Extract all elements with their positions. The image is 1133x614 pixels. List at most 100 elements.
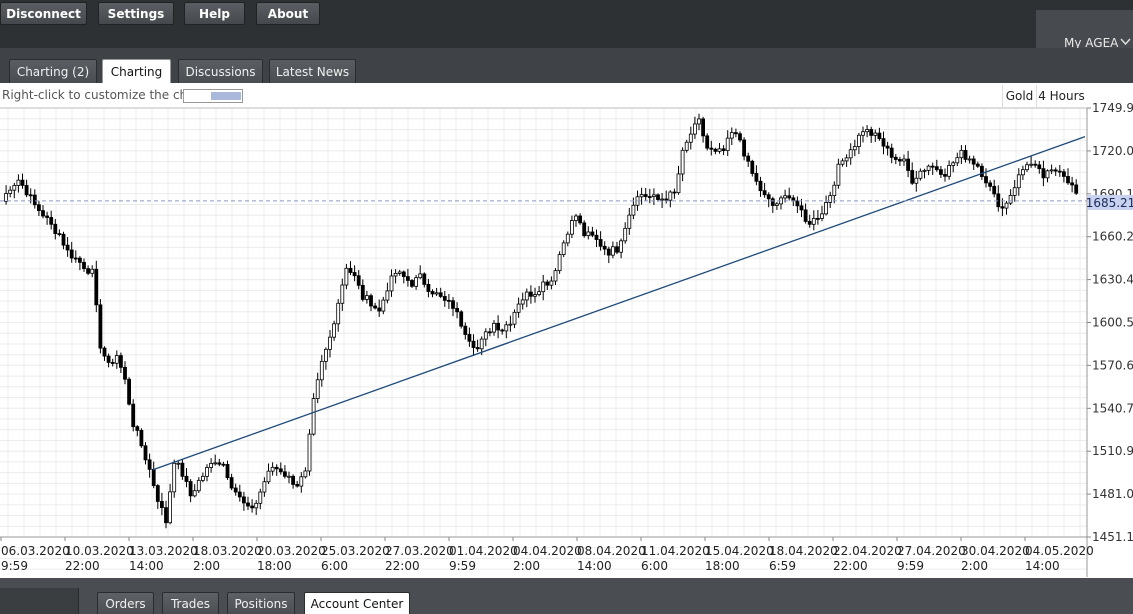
candle-body [147, 459, 152, 470]
candle-body [729, 132, 734, 139]
candle-body [594, 234, 599, 240]
x-tick-time: 9:59 [897, 559, 924, 573]
candle-body [738, 133, 742, 141]
x-tick-date: 11.04.2020 [641, 544, 710, 558]
candle-body [430, 291, 435, 295]
candle-body [926, 165, 931, 171]
candle-body [405, 276, 410, 281]
candle-body [1025, 164, 1029, 171]
candle-body [857, 134, 861, 147]
candlestick-chart[interactable]: 1749.921720.041690.171660.291630.421600.… [0, 83, 1133, 578]
candle-body [508, 323, 513, 326]
candle-body [713, 148, 718, 152]
candle-body [1033, 163, 1038, 166]
candle-body [783, 195, 787, 199]
tab-positions[interactable]: Positions [227, 592, 295, 614]
candle-body [401, 271, 406, 277]
candle-body [143, 445, 148, 461]
candle-body [701, 118, 705, 137]
candle-body [192, 490, 197, 497]
candle-body [446, 299, 451, 302]
candle-body [578, 215, 582, 224]
candle-body [639, 194, 644, 198]
candle-body [565, 233, 570, 244]
help-button[interactable]: Help [184, 2, 245, 25]
trendline-segment [152, 135, 1086, 471]
candle-body [307, 433, 312, 472]
candle-body [947, 164, 951, 177]
x-tick-time: 2:00 [513, 559, 540, 573]
y-tick-label: 1540.79 [1092, 401, 1133, 415]
candle-body [98, 304, 103, 349]
trendline [152, 135, 1086, 471]
x-axis: 06.03.20209:5910.03.202022:0013.03.20201… [0, 537, 1094, 573]
candle-body [250, 505, 255, 509]
tab-latest-news[interactable]: Latest News [269, 59, 356, 83]
candle-body [278, 468, 283, 473]
candle-body [750, 160, 755, 174]
candle-body [561, 242, 566, 255]
x-tick-time: 2:00 [193, 559, 220, 573]
candle-body [213, 462, 218, 465]
candle-body [237, 491, 242, 498]
candle-body [348, 267, 353, 273]
tab-charting[interactable]: Charting [102, 59, 171, 83]
candle-body [615, 246, 619, 253]
disconnect-button[interactable]: Disconnect [0, 2, 87, 25]
candle-body [24, 184, 29, 196]
candle-body [94, 268, 99, 306]
x-tick-time: 14:00 [577, 559, 612, 573]
candle-body [762, 190, 767, 196]
candle-body [442, 296, 447, 301]
candle-body [37, 204, 41, 212]
candle-body [155, 485, 160, 502]
candle-body [975, 163, 980, 167]
candle-body [209, 463, 214, 468]
candle-body [980, 165, 984, 177]
chevron-down-icon[interactable] [1120, 38, 1131, 46]
settings-button[interactable]: Settings [98, 2, 174, 25]
candle-body [676, 173, 681, 194]
candle-body [832, 184, 837, 197]
x-tick-date: 30.04.2020 [961, 544, 1030, 558]
candle-body [742, 139, 746, 157]
y-tick-label: 1630.42 [1092, 273, 1133, 287]
candle-body [414, 277, 419, 287]
candle-body [352, 272, 357, 277]
candle-body [680, 149, 685, 175]
tab-trades[interactable]: Trades [162, 592, 219, 614]
x-tick-time: 22:00 [65, 559, 100, 573]
candle-body [529, 291, 533, 297]
candle-body [221, 463, 226, 466]
candle-body [139, 429, 144, 447]
candle-body [914, 177, 919, 184]
candle-body [241, 496, 246, 504]
candle-body [684, 141, 689, 151]
tab-orders[interactable]: Orders [97, 592, 154, 614]
bottom-left-panel [0, 588, 79, 614]
candle-body [516, 303, 521, 313]
candle-body [270, 466, 275, 472]
x-tick-date: 22.04.2020 [833, 544, 902, 558]
candle-body [164, 507, 168, 524]
tab-charting-2[interactable]: Charting (2) [9, 59, 97, 83]
candle-body [627, 214, 632, 229]
candle-body [369, 295, 373, 307]
candle-body [574, 215, 578, 221]
candle-body [455, 307, 460, 313]
candle-body [971, 158, 976, 165]
candle-body [274, 466, 279, 470]
candle-body [479, 338, 484, 350]
candle-body [356, 275, 361, 286]
candle-body [955, 157, 960, 164]
candle-body [705, 135, 710, 149]
candle-body [8, 189, 13, 194]
candle-body [717, 148, 722, 152]
candle-body [438, 292, 443, 297]
candle-body [90, 268, 95, 274]
about-button[interactable]: About [256, 2, 320, 25]
tab-account-center[interactable]: Account Center [304, 592, 410, 614]
candle-body [1057, 170, 1062, 173]
tab-discussions[interactable]: Discussions [178, 59, 263, 83]
candle-body [537, 291, 541, 295]
